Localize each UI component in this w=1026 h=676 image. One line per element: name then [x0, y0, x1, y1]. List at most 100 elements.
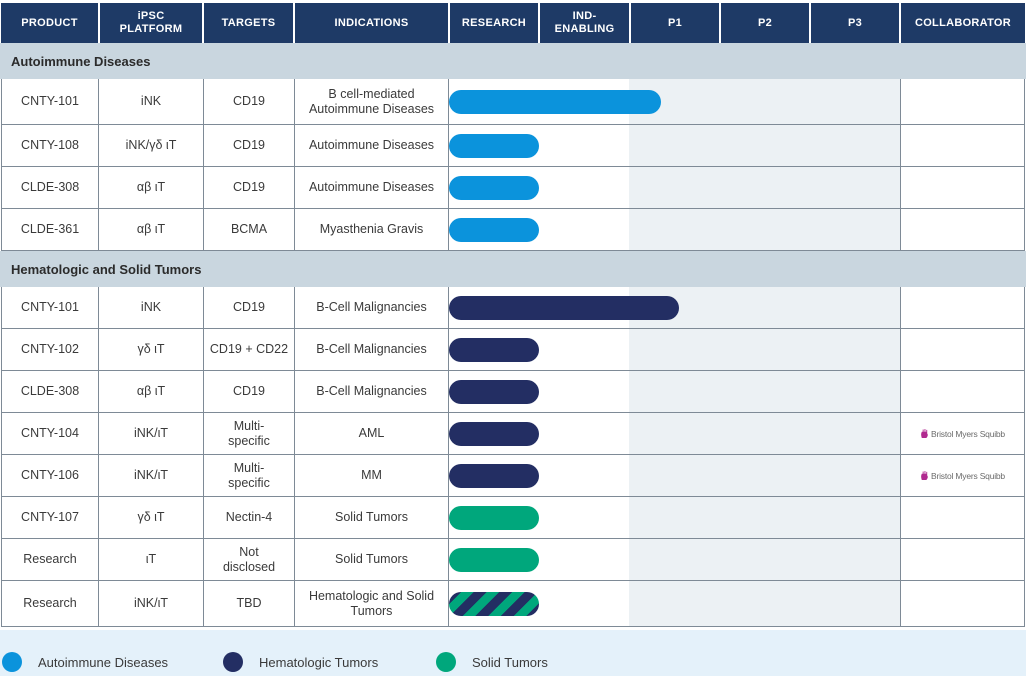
legend-dot-autoimmune — [2, 652, 22, 672]
platform-cell: ιT — [99, 539, 204, 581]
phase-clinical-area — [629, 209, 900, 250]
indication-cell: B-Cell Malignancies — [295, 329, 449, 371]
header-collaborator: COLLABORATOR — [901, 3, 1025, 43]
header-targets: TARGETS — [204, 3, 293, 43]
progress-bar-autoimmune — [449, 134, 539, 158]
header-p1: P1 — [631, 3, 719, 43]
header-indications: INDICATIONS — [295, 3, 448, 43]
legend-item-hematologic: Hematologic Tumors — [223, 652, 378, 672]
bms-hand-icon — [921, 471, 928, 480]
collaborator-logo[interactable]: Bristol Myers Squibb — [920, 428, 1005, 439]
header-platform: iPSC PLATFORM — [100, 3, 202, 43]
phase-clinical-area — [629, 79, 900, 124]
collaborator-cell: Bristol Myers Squibb — [900, 413, 1025, 455]
platform-cell: γδ ιT — [99, 497, 204, 539]
legend-label: Autoimmune Diseases — [38, 654, 169, 670]
product-cell: CNTY-104 — [1, 413, 99, 455]
progress-bar-hematologic — [449, 296, 679, 320]
product-cell: CLDE-361 — [1, 209, 99, 251]
progress-bar-solid — [449, 548, 539, 572]
progress-bar-hematologic — [449, 422, 539, 446]
phase-clinical-area — [629, 371, 900, 412]
indication-cell: MM — [295, 455, 449, 497]
phase-clinical-area — [629, 125, 900, 166]
progress-bar-hematologic — [449, 464, 539, 488]
product-cell: Research — [1, 581, 99, 627]
progress-bar-autoimmune — [449, 176, 539, 200]
phase-clinical-area — [629, 539, 900, 580]
platform-cell: γδ ιT — [99, 329, 204, 371]
collaborator-cell — [900, 497, 1025, 539]
indication-cell: Autoimmune Diseases — [295, 125, 449, 167]
collaborator-name: Bristol Myers Squibb — [931, 470, 1005, 481]
collaborator-cell — [900, 539, 1025, 581]
section-header: Autoimmune Diseases — [0, 43, 1026, 79]
legend-item-solid: Solid Tumors — [436, 652, 548, 672]
indication-cell: B-Cell Malignancies — [295, 287, 449, 329]
legend-dot-solid — [436, 652, 456, 672]
indication-cell: B cell-mediated Autoimmune Diseases — [295, 79, 449, 125]
phase-clinical-area — [629, 329, 900, 370]
phase-clinical-area — [629, 581, 900, 626]
indication-cell: Autoimmune Diseases — [295, 167, 449, 209]
collaborator-name: Bristol Myers Squibb — [931, 428, 1005, 439]
targets-cell: CD19 + CD22 — [204, 329, 295, 371]
product-cell: CNTY-102 — [1, 329, 99, 371]
bms-hand-icon — [921, 429, 928, 438]
legend-dot-hematologic — [223, 652, 243, 672]
phase-clinical-area — [629, 167, 900, 208]
legend-label: Solid Tumors — [472, 654, 548, 670]
platform-cell: iNK/ιT — [99, 413, 204, 455]
targets-cell: CD19 — [204, 371, 295, 413]
collaborator-cell: Bristol Myers Squibb — [900, 455, 1025, 497]
targets-cell: Multi- specific — [204, 455, 295, 497]
targets-cell: TBD — [204, 581, 295, 627]
targets-cell: BCMA — [204, 209, 295, 251]
indication-cell: Hematologic and Solid Tumors — [295, 581, 449, 627]
product-cell: Research — [1, 539, 99, 581]
collaborator-cell — [900, 287, 1025, 329]
targets-cell: CD19 — [204, 125, 295, 167]
collaborator-cell — [900, 167, 1025, 209]
targets-cell: Nectin-4 — [204, 497, 295, 539]
collaborator-cell — [900, 79, 1025, 125]
legend-item-autoimmune: Autoimmune Diseases — [2, 652, 168, 672]
product-cell: CLDE-308 — [1, 371, 99, 413]
legend: Autoimmune Diseases Hematologic Tumors S… — [0, 630, 1026, 676]
collaborator-logo[interactable]: Bristol Myers Squibb — [920, 470, 1005, 481]
product-cell: CNTY-107 — [1, 497, 99, 539]
collaborator-cell — [900, 371, 1025, 413]
collaborator-cell — [900, 581, 1025, 627]
progress-bar-autoimmune — [449, 90, 661, 114]
collaborator-cell — [900, 329, 1025, 371]
product-cell: CNTY-106 — [1, 455, 99, 497]
progress-bar-hematologic — [449, 380, 539, 404]
indication-cell: Solid Tumors — [295, 539, 449, 581]
pipeline-table: PRODUCT iPSC PLATFORM TARGETS INDICATION… — [0, 0, 1026, 676]
platform-cell: iNK/ιT — [99, 455, 204, 497]
indication-cell: AML — [295, 413, 449, 455]
legend-label: Hematologic Tumors — [259, 654, 379, 670]
header-product: PRODUCT — [1, 3, 98, 43]
product-cell: CNTY-108 — [1, 125, 99, 167]
progress-bar-autoimmune — [449, 218, 539, 242]
collaborator-cell — [900, 209, 1025, 251]
platform-cell: iNK/γδ ιT — [99, 125, 204, 167]
collaborator-cell — [900, 125, 1025, 167]
header-p2: P2 — [721, 3, 809, 43]
targets-cell: CD19 — [204, 287, 295, 329]
header-ind-enabling: IND- ENABLING — [540, 3, 629, 43]
targets-cell: Not disclosed — [204, 539, 295, 581]
targets-cell: CD19 — [204, 79, 295, 125]
indication-cell: B-Cell Malignancies — [295, 371, 449, 413]
section-header: Hematologic and Solid Tumors — [0, 251, 1026, 287]
indication-cell: Solid Tumors — [295, 497, 449, 539]
platform-cell: iNK — [99, 287, 204, 329]
targets-cell: Multi- specific — [204, 413, 295, 455]
platform-cell: αβ ιT — [99, 167, 204, 209]
indication-cell: Myasthenia Gravis — [295, 209, 449, 251]
platform-cell: αβ ιT — [99, 209, 204, 251]
product-cell: CNTY-101 — [1, 79, 99, 125]
platform-cell: αβ ιT — [99, 371, 204, 413]
phase-clinical-area — [629, 455, 900, 496]
